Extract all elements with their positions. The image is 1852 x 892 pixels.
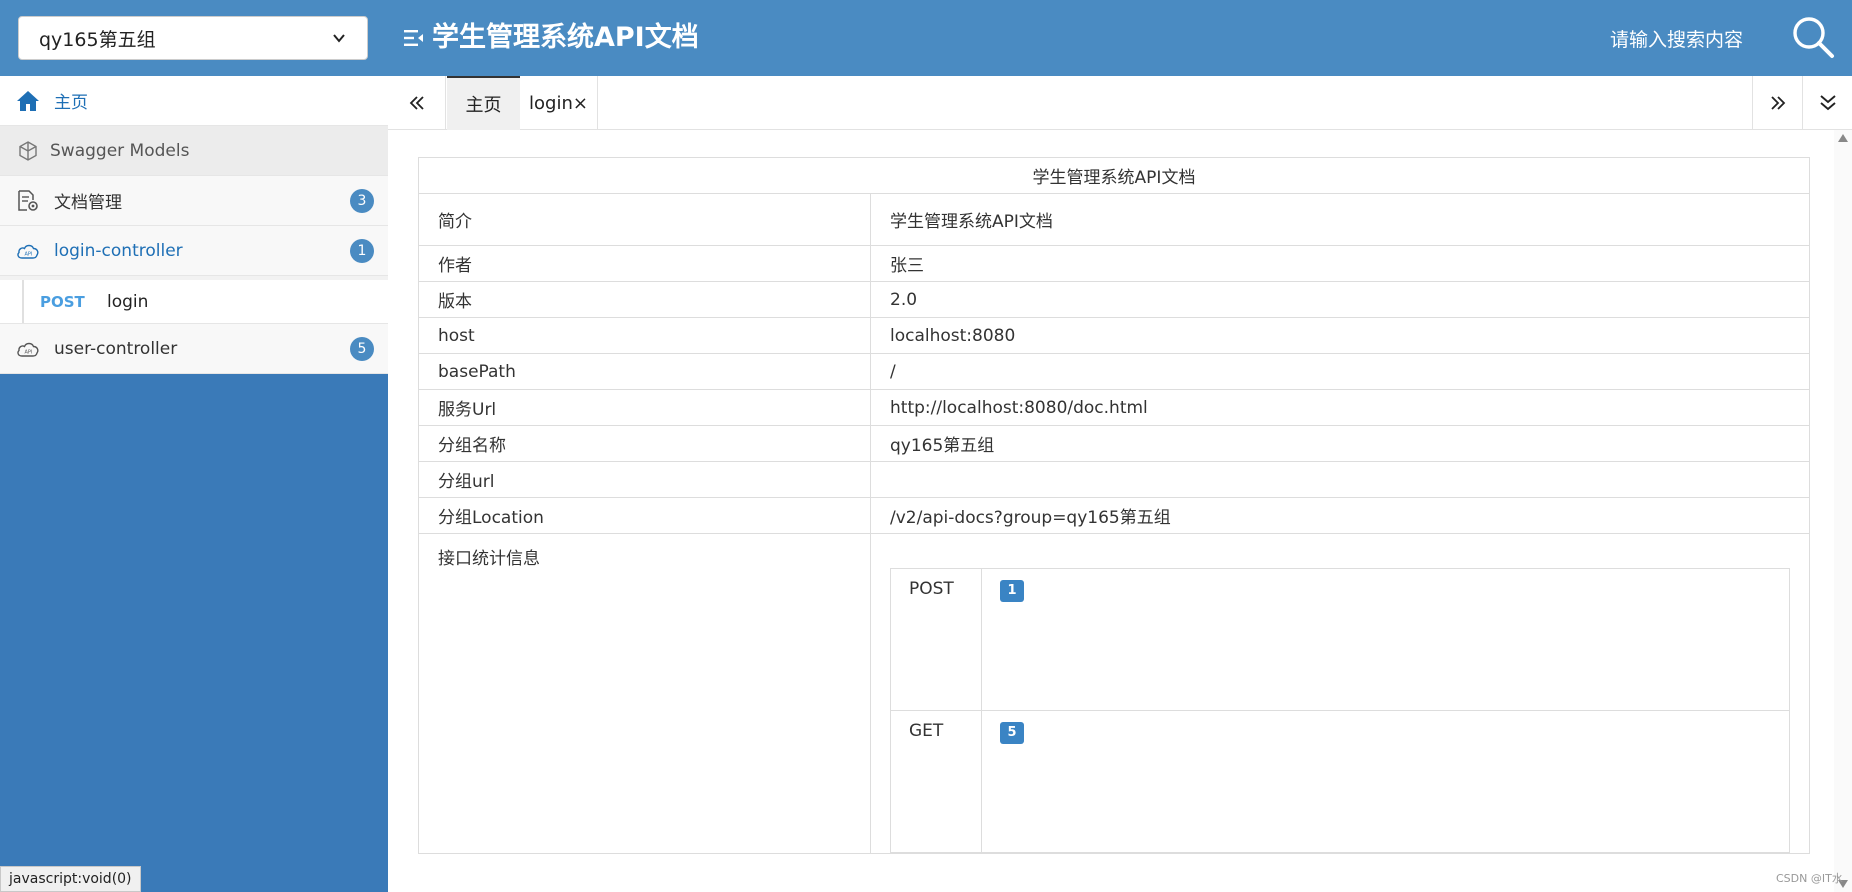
sidebar-subitem-login[interactable]: POST login xyxy=(0,276,388,324)
tab-label: 主页 xyxy=(465,95,502,116)
tab-label: login xyxy=(529,92,573,114)
tab-scroll-left-button[interactable] xyxy=(388,76,446,130)
chevron-down-icon xyxy=(333,34,345,43)
table-row: 学生管理系统API文档 xyxy=(418,157,1810,194)
row-value xyxy=(870,461,1810,498)
count-badge: 3 xyxy=(350,189,374,213)
search-icon[interactable] xyxy=(1790,14,1836,60)
row-key: basePath xyxy=(418,353,871,390)
svg-text:API: API xyxy=(25,349,33,355)
table-row: 分组url xyxy=(418,461,1810,498)
row-key: 版本 xyxy=(418,281,871,318)
doc-info-table: 学生管理系统API文档 简介 学生管理系统API文档 作者 张三 版本 2.0 … xyxy=(418,157,1810,854)
models-icon xyxy=(16,139,40,163)
group-select[interactable]: qy165第五组 xyxy=(18,16,368,60)
doc-settings-icon xyxy=(16,189,40,213)
tab-menu-button[interactable] xyxy=(1802,76,1852,130)
tab-scroll-right-button[interactable] xyxy=(1752,76,1802,130)
table-row: 分组名称 qy165第五组 xyxy=(418,425,1810,462)
table-row: POST 1 xyxy=(890,568,1790,711)
sidebar-item-label: user-controller xyxy=(54,338,178,359)
tab-login[interactable]: login × xyxy=(520,76,598,130)
count-badge: 1 xyxy=(1000,580,1024,602)
row-key: 作者 xyxy=(418,245,871,282)
double-chevron-right-icon xyxy=(1770,96,1785,110)
sidebar-item-home[interactable]: 主页 xyxy=(0,76,388,126)
tab-bar: 主页 login × xyxy=(388,76,1852,130)
stat-method: POST xyxy=(890,568,982,711)
table-row: GET 5 xyxy=(890,710,1790,853)
close-icon[interactable]: × xyxy=(573,93,588,114)
tab-home[interactable]: 主页 xyxy=(447,76,520,130)
row-value: 学生管理系统API文档 xyxy=(870,193,1810,246)
stat-method: GET xyxy=(890,710,982,853)
row-value: 张三 xyxy=(870,245,1810,282)
table-row: 分组Location /v2/api-docs?group=qy165第五组 xyxy=(418,497,1810,534)
top-header: qy165第五组 学生管理系统API文档 请输入搜索内容 xyxy=(0,0,1852,76)
row-key: 服务Url xyxy=(418,389,871,426)
table-row: basePath / xyxy=(418,353,1810,390)
scroll-up-icon[interactable] xyxy=(1838,134,1848,142)
http-method-label: POST xyxy=(40,292,85,311)
home-icon xyxy=(16,89,40,113)
sidebar-item-user-controller[interactable]: API user-controller 5 xyxy=(0,324,388,374)
row-key: 接口统计信息 xyxy=(418,533,871,854)
doc-title: 学生管理系统API文档 xyxy=(418,157,1810,194)
sidebar-menu: 主页 Swagger Models 文档管理 3 API login-contr… xyxy=(0,76,388,374)
count-badge: 5 xyxy=(1000,722,1024,744)
app-title: 学生管理系统API文档 xyxy=(432,22,699,53)
tree-line xyxy=(22,280,24,323)
row-key: host xyxy=(418,317,871,354)
row-value: qy165第五组 xyxy=(870,425,1810,462)
stat-count-cell: 1 xyxy=(981,568,1790,711)
table-row: 作者 张三 xyxy=(418,245,1810,282)
sidebar-item-label: 主页 xyxy=(54,93,88,113)
double-chevron-down-icon xyxy=(1819,95,1836,111)
menu-fold-icon[interactable] xyxy=(402,26,426,50)
row-value: 2.0 xyxy=(870,281,1810,318)
api-stats-table: POST 1 GET 5 xyxy=(890,568,1790,853)
stat-count-cell: 5 xyxy=(981,710,1790,853)
table-row: 服务Url http://localhost:8080/doc.html xyxy=(418,389,1810,426)
row-value: /v2/api-docs?group=qy165第五组 xyxy=(870,497,1810,534)
table-row: 版本 2.0 xyxy=(418,281,1810,318)
svg-text:API: API xyxy=(25,251,33,257)
search-input[interactable]: 请输入搜索内容 xyxy=(1610,26,1743,54)
count-badge: 5 xyxy=(350,337,374,361)
row-key: 分组Location xyxy=(418,497,871,534)
row-value: POST 1 GET 5 xyxy=(870,533,1810,854)
row-key: 分组名称 xyxy=(418,425,871,462)
row-value: / xyxy=(870,353,1810,390)
sidebar-item-label: login-controller xyxy=(54,240,183,261)
table-row: 接口统计信息 POST 1 GET 5 xyxy=(418,533,1810,854)
cloud-api-icon: API xyxy=(16,239,40,263)
sidebar-item-doc-management[interactable]: 文档管理 3 xyxy=(0,176,388,226)
group-select-value: qy165第五组 xyxy=(39,28,156,51)
sidebar-item-login-controller[interactable]: API login-controller 1 xyxy=(0,226,388,276)
sidebar: 主页 Swagger Models 文档管理 3 API login-contr… xyxy=(0,76,388,892)
row-key: 简介 xyxy=(418,193,871,246)
sidebar-item-label: Swagger Models xyxy=(50,140,190,161)
row-value: http://localhost:8080/doc.html xyxy=(870,389,1810,426)
sidebar-item-label: 文档管理 xyxy=(54,193,122,213)
api-path-label: login xyxy=(107,291,149,312)
double-chevron-left-icon xyxy=(409,96,424,110)
table-row: 简介 学生管理系统API文档 xyxy=(418,193,1810,246)
watermark: CSDN @IT水 xyxy=(1776,872,1843,885)
vertical-scrollbar[interactable] xyxy=(1834,130,1852,892)
row-key: 分组url xyxy=(418,461,871,498)
status-bar-link-preview: javascript:void(0) xyxy=(0,866,141,892)
row-value: localhost:8080 xyxy=(870,317,1810,354)
table-row: host localhost:8080 xyxy=(418,317,1810,354)
count-badge: 1 xyxy=(350,239,374,263)
sidebar-item-swagger-models[interactable]: Swagger Models xyxy=(0,126,388,176)
cloud-api-icon: API xyxy=(16,337,40,361)
